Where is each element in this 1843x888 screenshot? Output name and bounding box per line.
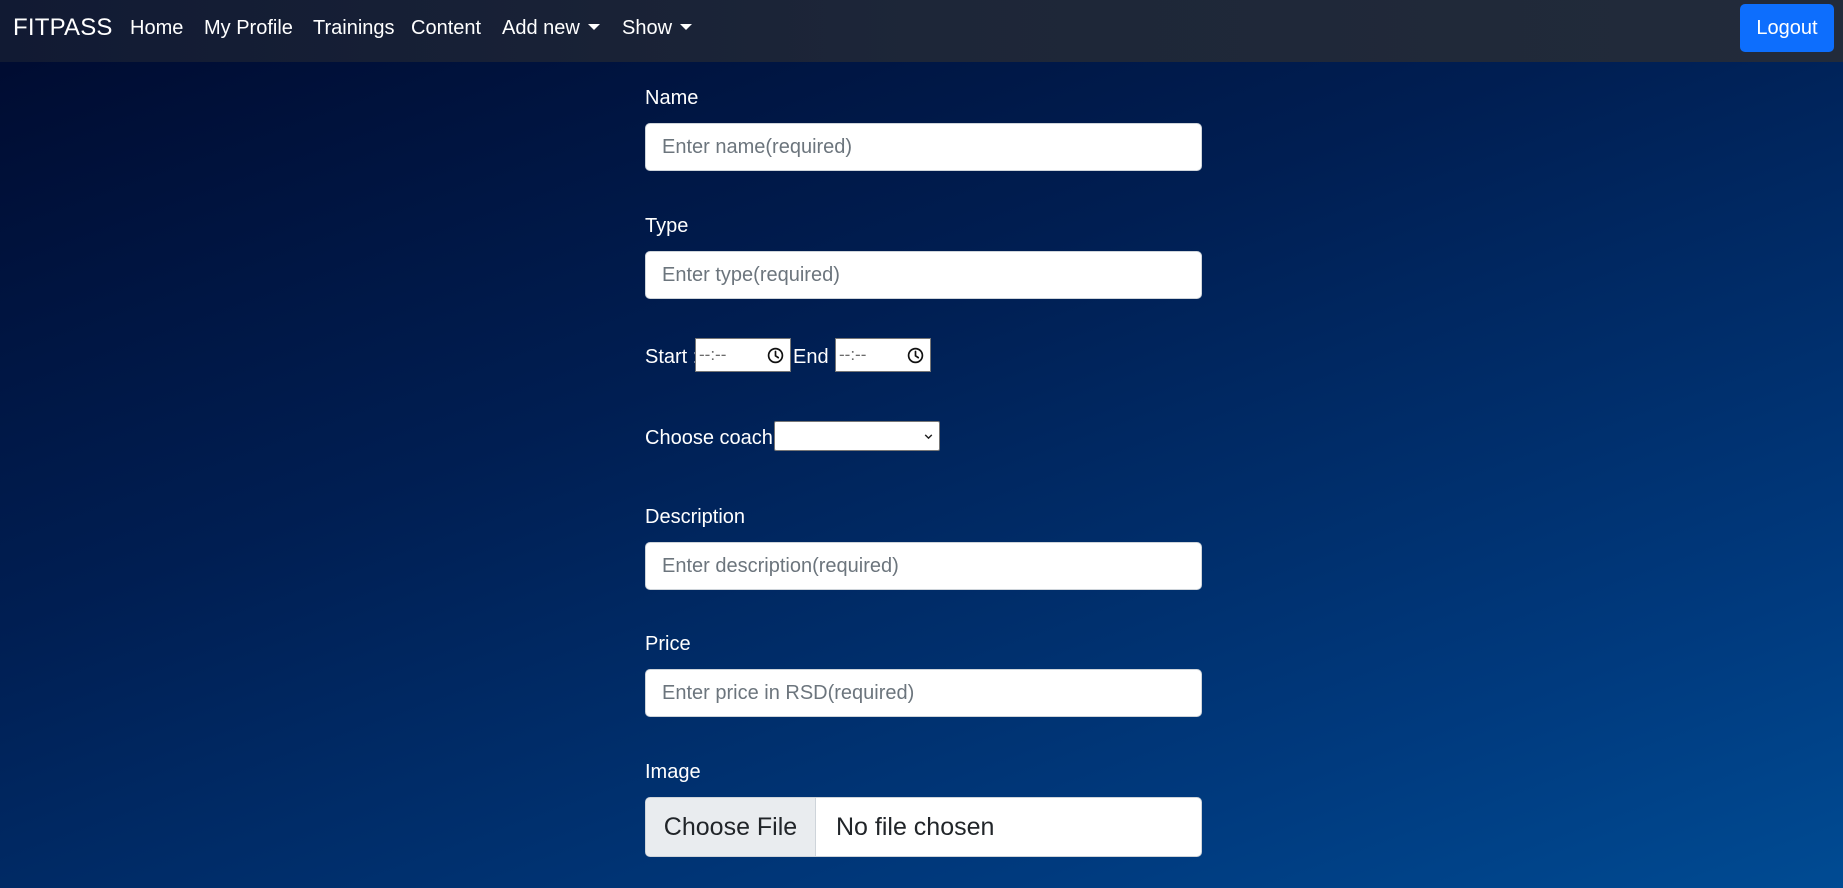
nav-item-trainings[interactable]: Trainings [313,17,395,40]
nav-item-show-label: Show [622,17,673,39]
chevron-down-icon [924,434,933,440]
price-input[interactable] [645,669,1202,717]
choose-file-button[interactable]: Choose File [646,798,816,856]
nav-item-home[interactable]: Home [130,17,183,40]
name-label: Name [645,87,699,109]
caret-down-icon [680,24,693,30]
end-time-label: End : [793,346,840,368]
brand-logo[interactable]: FITPASS [13,14,113,42]
file-status-text: No file chosen [836,812,995,841]
start-time-input[interactable]: --:-- [695,338,791,372]
clock-icon[interactable] [907,347,924,364]
description-input[interactable] [645,542,1202,590]
price-label: Price [645,633,691,655]
name-input[interactable] [645,123,1202,171]
nav-item-show[interactable]: Show [622,17,693,40]
logout-button[interactable]: Logout [1740,4,1834,52]
coach-label: Choose coach: [645,427,779,449]
nav-item-my-profile[interactable]: My Profile [204,17,293,40]
top-navbar: FITPASS Home My Profile Trainings Conten… [0,0,1843,62]
nav-item-add-new[interactable]: Add new [502,17,600,40]
type-input[interactable] [645,251,1202,299]
image-file-input[interactable]: Choose File No file chosen [645,797,1202,857]
nav-item-add-new-label: Add new [502,17,580,39]
start-time-label: Start : [645,346,699,368]
image-label: Image [645,761,701,783]
end-time-input[interactable]: --:-- [835,338,931,372]
coach-select[interactable] [774,421,940,451]
clock-icon[interactable] [767,347,784,364]
end-time-value: --:-- [839,345,867,364]
start-time-value: --:-- [699,345,727,364]
type-label: Type [645,215,689,237]
description-label: Description [645,506,746,528]
nav-item-content[interactable]: Content [411,17,481,40]
caret-down-icon [587,24,600,30]
